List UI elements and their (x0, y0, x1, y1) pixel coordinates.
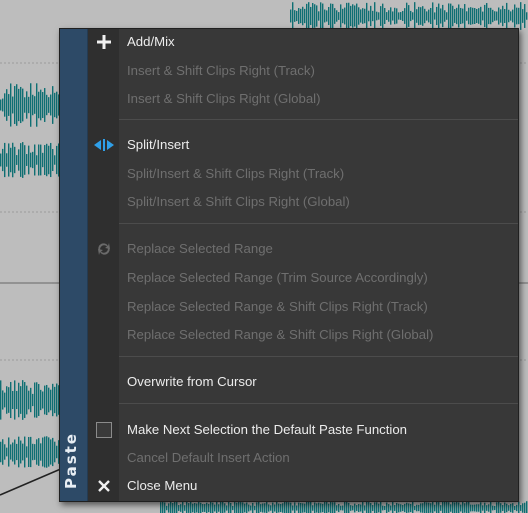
checkbox-container (88, 419, 119, 441)
menu-item-label: Make Next Selection the Default Paste Fu… (127, 422, 408, 437)
menu-item-cancel-default-insert[interactable]: Cancel Default Insert Action (88, 447, 517, 469)
menu-item-replace-trim-source[interactable]: Replace Selected Range (Trim Source Acco… (88, 267, 517, 289)
menu-item-add-mix[interactable]: Add/Mix (88, 31, 517, 53)
menu-item-close-menu[interactable]: Close Menu (88, 475, 517, 497)
menu-separator (119, 356, 518, 357)
menu-item-replace-shift-global[interactable]: Replace Selected Range & Shift Clips Rig… (88, 324, 517, 346)
menu-item-label: Replace Selected Range & Shift Clips Rig… (127, 327, 434, 342)
close-icon (88, 475, 119, 497)
menu-item-label: Add/Mix (127, 34, 175, 49)
menu-item-label: Split/Insert (127, 137, 190, 152)
menu-item-label: Cancel Default Insert Action (127, 450, 290, 465)
menu-item-label: Close Menu (127, 478, 198, 493)
menu-item-split-insert[interactable]: Split/Insert (88, 134, 517, 156)
menu-item-replace-shift-track[interactable]: Replace Selected Range & Shift Clips Rig… (88, 296, 517, 318)
plus-icon (88, 31, 119, 53)
menu-item-label: Replace Selected Range (127, 241, 273, 256)
menu-item-insert-shift-global[interactable]: Insert & Shift Clips Right (Global) (88, 88, 517, 110)
menu-item-label: Replace Selected Range & Shift Clips Rig… (127, 299, 428, 314)
menu-separator (119, 119, 518, 120)
menu-item-label: Split/Insert & Shift Clips Right (Track) (127, 166, 345, 181)
menu-separator (119, 223, 518, 224)
menu-item-label: Overwrite from Cursor (127, 374, 257, 389)
menu-item-split-insert-shift-global[interactable]: Split/Insert & Shift Clips Right (Global… (88, 191, 517, 213)
replace-icon (88, 238, 119, 260)
menu-item-overwrite-from-cursor[interactable]: Overwrite from Cursor (88, 371, 517, 393)
menu-separator (119, 403, 518, 404)
menu-item-split-insert-shift-track[interactable]: Split/Insert & Shift Clips Right (Track) (88, 163, 517, 185)
split-insert-icon (88, 134, 119, 156)
checkbox-icon[interactable] (95, 422, 112, 438)
menu-item-label: Split/Insert & Shift Clips Right (Global… (127, 194, 350, 209)
menu-item-label: Insert & Shift Clips Right (Track) (127, 63, 315, 78)
menu-item-replace-selected-range[interactable]: Replace Selected Range (88, 238, 517, 260)
menu-item-insert-shift-track[interactable]: Insert & Shift Clips Right (Track) (88, 60, 517, 82)
paste-side-strip: Paste (60, 29, 88, 501)
paste-context-menu: Paste Add/Mix Insert & Shift Clips Right… (59, 28, 519, 502)
paste-side-label: Paste (62, 432, 80, 489)
menu-item-make-default-paste[interactable]: Make Next Selection the Default Paste Fu… (88, 419, 517, 441)
menu-item-label: Replace Selected Range (Trim Source Acco… (127, 270, 428, 285)
menu-item-label: Insert & Shift Clips Right (Global) (127, 91, 321, 106)
